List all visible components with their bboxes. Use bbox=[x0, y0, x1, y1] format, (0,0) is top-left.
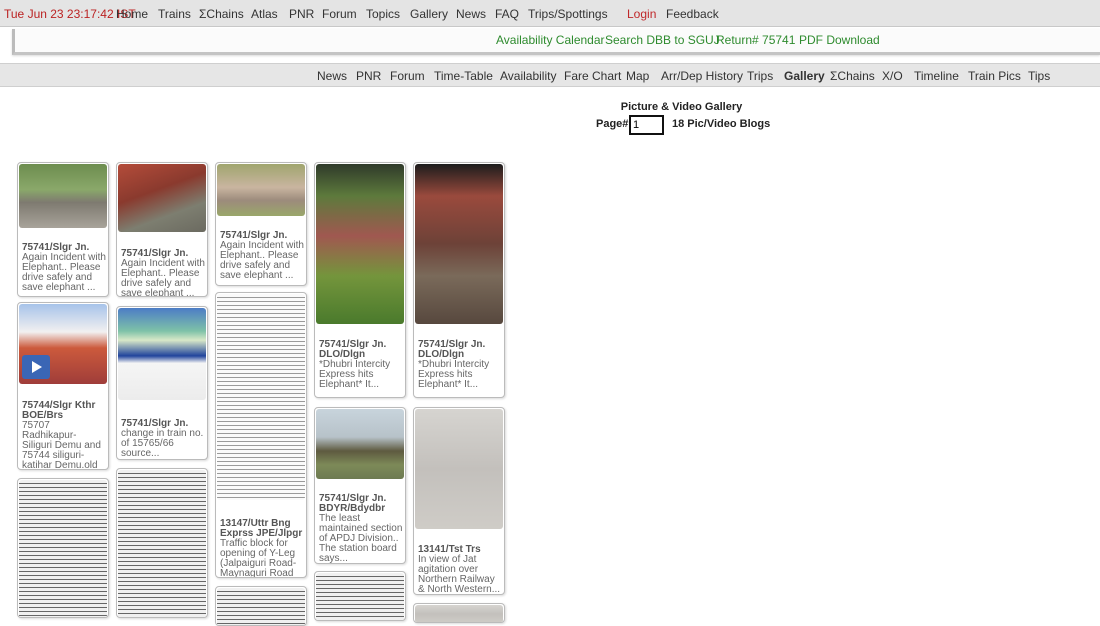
page-number-input[interactable] bbox=[629, 115, 664, 135]
nav-home[interactable]: Home bbox=[116, 7, 148, 21]
tab-chains[interactable]: ΣChains bbox=[830, 69, 875, 83]
play-icon[interactable] bbox=[22, 355, 50, 379]
train-video-thumbnail bbox=[19, 304, 107, 384]
gallery-card[interactable]: 75741/Slgr Jn. BDYR/Bdydbr The least mai… bbox=[314, 407, 406, 564]
card-text: *Dhubri Intercity Express hits Elephant*… bbox=[319, 359, 391, 390]
gallery-card[interactable] bbox=[314, 571, 406, 621]
tab-pnr[interactable]: PNR bbox=[356, 69, 381, 83]
elephant-photo bbox=[316, 164, 404, 324]
gallery-card[interactable]: 75741/Slgr Jn. change in train no. of 15… bbox=[116, 306, 208, 460]
tab-time-table[interactable]: Time-Table bbox=[434, 69, 493, 83]
gallery-card[interactable] bbox=[413, 603, 505, 623]
tab-xo[interactable]: X/O bbox=[882, 69, 903, 83]
gallery-card[interactable]: 13141/Tst Trs In view of Jat agitation o… bbox=[413, 407, 505, 595]
card-text: The least maintained section of APDJ Div… bbox=[319, 513, 403, 564]
elephant-photo bbox=[118, 164, 206, 232]
card-text: *Dhubri Intercity Express hits Elephant*… bbox=[418, 359, 490, 390]
gallery-card[interactable]: 13147/Uttr Bng Exprss JPE/Jlpgr Traffic … bbox=[215, 292, 307, 578]
gallery-card[interactable]: 75741/Slgr Jn. Again Incident with Eleph… bbox=[215, 162, 307, 286]
tab-map[interactable]: Map bbox=[626, 69, 649, 83]
gallery-card[interactable]: 75741/Slgr Jn. Again Incident with Eleph… bbox=[116, 162, 208, 297]
login-link[interactable]: Login bbox=[627, 7, 656, 21]
card-text: Again Incident with Elephant.. Please dr… bbox=[121, 258, 205, 297]
tab-news[interactable]: News bbox=[317, 69, 347, 83]
nav-news[interactable]: News bbox=[456, 7, 486, 21]
pdf-download-link[interactable]: PDF Download bbox=[799, 33, 880, 47]
card-title: 13147/Uttr Bng Exprss JPE/Jlpgr bbox=[220, 518, 303, 539]
tab-availability[interactable]: Availability bbox=[500, 69, 556, 83]
gallery-card[interactable] bbox=[116, 468, 208, 618]
newspaper-clipping bbox=[118, 470, 206, 617]
train-subnav: Availability Calendar Search DBB to SGUJ… bbox=[12, 29, 1100, 55]
availability-calendar-link[interactable]: Availability Calendar bbox=[496, 33, 605, 47]
elephant-photo bbox=[217, 164, 305, 216]
card-text: change in train no. of 15765/66 source..… bbox=[121, 428, 204, 459]
elephant-photo bbox=[19, 164, 107, 228]
nav-gallery[interactable]: Gallery bbox=[410, 7, 448, 21]
feedback-link[interactable]: Feedback bbox=[666, 7, 719, 21]
nav-trips-spottings[interactable]: Trips/Spottings bbox=[528, 7, 608, 21]
card-title: 75741/Slgr Jn. DLO/Dlgn bbox=[418, 339, 486, 360]
tab-trips[interactable]: Trips bbox=[747, 69, 773, 83]
gallery-card[interactable] bbox=[215, 586, 307, 626]
newspaper-clipping bbox=[19, 480, 107, 617]
nav-chains[interactable]: ΣChains bbox=[199, 7, 244, 21]
newspaper-clipping bbox=[316, 573, 404, 620]
return-train-link[interactable]: Return# 75741 bbox=[716, 33, 795, 47]
train-number-notice bbox=[118, 308, 206, 400]
blog-count: 18 Pic/Video Blogs bbox=[672, 118, 771, 130]
station-photo bbox=[316, 409, 404, 479]
search-dbb-link[interactable]: Search DBB to SGUJ bbox=[605, 33, 720, 47]
tab-train-pics[interactable]: Train Pics bbox=[968, 69, 1021, 83]
nav-faq[interactable]: FAQ bbox=[495, 7, 519, 21]
gallery-card[interactable]: 75741/Slgr Jn. DLO/Dlgn *Dhubri Intercit… bbox=[314, 162, 406, 398]
card-text: Again Incident with Elephant.. Please dr… bbox=[220, 240, 304, 281]
gallery-card[interactable]: 75741/Slgr Jn. Again Incident with Eleph… bbox=[17, 162, 109, 297]
coach-notice bbox=[217, 588, 305, 625]
card-text: Again Incident with Elephant.. Please dr… bbox=[22, 252, 106, 293]
nav-atlas[interactable]: Atlas bbox=[251, 7, 278, 21]
nav-topics[interactable]: Topics bbox=[366, 7, 400, 21]
card-text: In view of Jat agitation over Northern R… bbox=[418, 554, 501, 595]
gallery-card[interactable]: 75741/Slgr Jn. DLO/Dlgn *Dhubri Intercit… bbox=[413, 162, 505, 398]
tab-gallery[interactable]: Gallery bbox=[784, 69, 825, 83]
traffic-block-notice bbox=[217, 294, 305, 500]
card-text: 75707 Radhikapur-Siliguri Demu and 75744… bbox=[22, 420, 101, 470]
tab-timeline[interactable]: Timeline bbox=[914, 69, 959, 83]
gallery-card[interactable]: 75744/Slgr Kthr BOE/Brs 75707 Radhikapur… bbox=[17, 302, 109, 470]
tab-fare-chart[interactable]: Fare Chart bbox=[564, 69, 621, 83]
tab-arr-dep-history[interactable]: Arr/Dep History bbox=[661, 69, 743, 83]
tab-tips[interactable]: Tips bbox=[1028, 69, 1050, 83]
section-navbar: News PNR Forum Time-Table Availability F… bbox=[0, 63, 1100, 87]
damaged-train-photo bbox=[415, 164, 503, 324]
gallery-thumbnail bbox=[415, 605, 503, 622]
top-navbar: Tue Jun 23 23:17:42 IST Home Trains ΣCha… bbox=[0, 0, 1100, 27]
nav-pnr[interactable]: PNR bbox=[289, 7, 314, 21]
gallery-title: Picture & Video Gallery bbox=[620, 101, 743, 113]
nav-trains[interactable]: Trains bbox=[158, 7, 191, 21]
card-title: 75741/Slgr Jn. DLO/Dlgn bbox=[319, 339, 387, 360]
gallery-card[interactable] bbox=[17, 478, 109, 618]
card-title: 75744/Slgr Kthr BOE/Brs bbox=[22, 400, 96, 421]
nav-forum[interactable]: Forum bbox=[322, 7, 357, 21]
card-text: Traffic block for opening of Y-Leg (Jalp… bbox=[220, 538, 297, 578]
notice-paper-photo bbox=[415, 409, 503, 529]
card-title: 75741/Slgr Jn. BDYR/Bdydbr bbox=[319, 493, 387, 514]
page-label: Page# bbox=[596, 118, 629, 130]
tab-forum[interactable]: Forum bbox=[390, 69, 425, 83]
